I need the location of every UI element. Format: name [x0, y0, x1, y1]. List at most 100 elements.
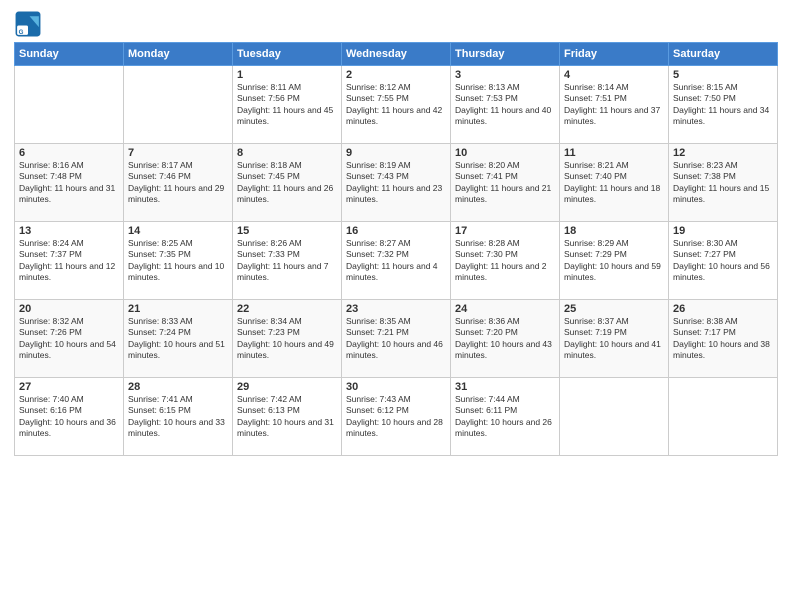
calendar-cell: 27Sunrise: 7:40 AM Sunset: 6:16 PM Dayli…: [15, 378, 124, 456]
calendar-cell: [669, 378, 778, 456]
day-info: Sunrise: 8:20 AM Sunset: 7:41 PM Dayligh…: [455, 160, 555, 206]
day-number: 17: [455, 225, 555, 237]
day-number: 5: [673, 69, 773, 81]
day-info: Sunrise: 8:28 AM Sunset: 7:30 PM Dayligh…: [455, 238, 555, 284]
calendar-cell: 22Sunrise: 8:34 AM Sunset: 7:23 PM Dayli…: [233, 300, 342, 378]
calendar-cell: 8Sunrise: 8:18 AM Sunset: 7:45 PM Daylig…: [233, 144, 342, 222]
calendar-cell: [15, 66, 124, 144]
day-number: 7: [128, 147, 228, 159]
day-number: 22: [237, 303, 337, 315]
day-number: 12: [673, 147, 773, 159]
calendar-cell: 5Sunrise: 8:15 AM Sunset: 7:50 PM Daylig…: [669, 66, 778, 144]
day-info: Sunrise: 8:35 AM Sunset: 7:21 PM Dayligh…: [346, 316, 446, 362]
day-number: 23: [346, 303, 446, 315]
day-number: 14: [128, 225, 228, 237]
day-number: 15: [237, 225, 337, 237]
calendar-cell: 9Sunrise: 8:19 AM Sunset: 7:43 PM Daylig…: [342, 144, 451, 222]
header-row: G: [14, 10, 778, 38]
day-number: 29: [237, 381, 337, 393]
day-number: 24: [455, 303, 555, 315]
calendar-cell: [560, 378, 669, 456]
svg-text:G: G: [19, 29, 24, 36]
day-number: 25: [564, 303, 664, 315]
day-number: 11: [564, 147, 664, 159]
calendar-week-3: 13Sunrise: 8:24 AM Sunset: 7:37 PM Dayli…: [15, 222, 778, 300]
col-header-monday: Monday: [124, 43, 233, 66]
day-info: Sunrise: 8:21 AM Sunset: 7:40 PM Dayligh…: [564, 160, 664, 206]
day-number: 28: [128, 381, 228, 393]
day-number: 26: [673, 303, 773, 315]
calendar-cell: 16Sunrise: 8:27 AM Sunset: 7:32 PM Dayli…: [342, 222, 451, 300]
day-info: Sunrise: 7:44 AM Sunset: 6:11 PM Dayligh…: [455, 394, 555, 440]
col-header-thursday: Thursday: [451, 43, 560, 66]
calendar-cell: 20Sunrise: 8:32 AM Sunset: 7:26 PM Dayli…: [15, 300, 124, 378]
calendar-cell: 11Sunrise: 8:21 AM Sunset: 7:40 PM Dayli…: [560, 144, 669, 222]
col-header-sunday: Sunday: [15, 43, 124, 66]
calendar-table: SundayMondayTuesdayWednesdayThursdayFrid…: [14, 42, 778, 456]
calendar-body: 1Sunrise: 8:11 AM Sunset: 7:56 PM Daylig…: [15, 66, 778, 456]
page-container: G SundayMondayTuesdayWednesdayThursdayFr…: [0, 0, 792, 464]
day-info: Sunrise: 8:18 AM Sunset: 7:45 PM Dayligh…: [237, 160, 337, 206]
day-info: Sunrise: 8:32 AM Sunset: 7:26 PM Dayligh…: [19, 316, 119, 362]
logo: G: [14, 10, 46, 38]
day-info: Sunrise: 8:37 AM Sunset: 7:19 PM Dayligh…: [564, 316, 664, 362]
calendar-cell: 14Sunrise: 8:25 AM Sunset: 7:35 PM Dayli…: [124, 222, 233, 300]
calendar-cell: 29Sunrise: 7:42 AM Sunset: 6:13 PM Dayli…: [233, 378, 342, 456]
day-info: Sunrise: 8:14 AM Sunset: 7:51 PM Dayligh…: [564, 82, 664, 128]
calendar-cell: 21Sunrise: 8:33 AM Sunset: 7:24 PM Dayli…: [124, 300, 233, 378]
calendar-cell: 12Sunrise: 8:23 AM Sunset: 7:38 PM Dayli…: [669, 144, 778, 222]
day-info: Sunrise: 7:42 AM Sunset: 6:13 PM Dayligh…: [237, 394, 337, 440]
day-info: Sunrise: 7:41 AM Sunset: 6:15 PM Dayligh…: [128, 394, 228, 440]
calendar-cell: 2Sunrise: 8:12 AM Sunset: 7:55 PM Daylig…: [342, 66, 451, 144]
calendar-cell: 7Sunrise: 8:17 AM Sunset: 7:46 PM Daylig…: [124, 144, 233, 222]
calendar-cell: 31Sunrise: 7:44 AM Sunset: 6:11 PM Dayli…: [451, 378, 560, 456]
day-number: 13: [19, 225, 119, 237]
calendar-cell: 13Sunrise: 8:24 AM Sunset: 7:37 PM Dayli…: [15, 222, 124, 300]
day-info: Sunrise: 8:24 AM Sunset: 7:37 PM Dayligh…: [19, 238, 119, 284]
day-number: 27: [19, 381, 119, 393]
day-info: Sunrise: 7:43 AM Sunset: 6:12 PM Dayligh…: [346, 394, 446, 440]
calendar-header: SundayMondayTuesdayWednesdayThursdayFrid…: [15, 43, 778, 66]
day-info: Sunrise: 8:11 AM Sunset: 7:56 PM Dayligh…: [237, 82, 337, 128]
day-number: 1: [237, 69, 337, 81]
col-header-wednesday: Wednesday: [342, 43, 451, 66]
day-info: Sunrise: 8:36 AM Sunset: 7:20 PM Dayligh…: [455, 316, 555, 362]
col-header-friday: Friday: [560, 43, 669, 66]
day-info: Sunrise: 8:17 AM Sunset: 7:46 PM Dayligh…: [128, 160, 228, 206]
calendar-cell: 3Sunrise: 8:13 AM Sunset: 7:53 PM Daylig…: [451, 66, 560, 144]
calendar-week-1: 1Sunrise: 8:11 AM Sunset: 7:56 PM Daylig…: [15, 66, 778, 144]
day-number: 16: [346, 225, 446, 237]
calendar-cell: 10Sunrise: 8:20 AM Sunset: 7:41 PM Dayli…: [451, 144, 560, 222]
calendar-cell: 6Sunrise: 8:16 AM Sunset: 7:48 PM Daylig…: [15, 144, 124, 222]
day-number: 3: [455, 69, 555, 81]
day-info: Sunrise: 8:25 AM Sunset: 7:35 PM Dayligh…: [128, 238, 228, 284]
calendar-cell: 25Sunrise: 8:37 AM Sunset: 7:19 PM Dayli…: [560, 300, 669, 378]
calendar-cell: 1Sunrise: 8:11 AM Sunset: 7:56 PM Daylig…: [233, 66, 342, 144]
calendar-week-5: 27Sunrise: 7:40 AM Sunset: 6:16 PM Dayli…: [15, 378, 778, 456]
day-number: 2: [346, 69, 446, 81]
day-number: 18: [564, 225, 664, 237]
calendar-cell: 28Sunrise: 7:41 AM Sunset: 6:15 PM Dayli…: [124, 378, 233, 456]
day-number: 30: [346, 381, 446, 393]
day-info: Sunrise: 8:29 AM Sunset: 7:29 PM Dayligh…: [564, 238, 664, 284]
day-info: Sunrise: 8:23 AM Sunset: 7:38 PM Dayligh…: [673, 160, 773, 206]
day-info: Sunrise: 8:34 AM Sunset: 7:23 PM Dayligh…: [237, 316, 337, 362]
day-info: Sunrise: 8:19 AM Sunset: 7:43 PM Dayligh…: [346, 160, 446, 206]
day-number: 6: [19, 147, 119, 159]
day-info: Sunrise: 8:13 AM Sunset: 7:53 PM Dayligh…: [455, 82, 555, 128]
day-number: 20: [19, 303, 119, 315]
day-number: 8: [237, 147, 337, 159]
day-info: Sunrise: 8:30 AM Sunset: 7:27 PM Dayligh…: [673, 238, 773, 284]
day-info: Sunrise: 8:38 AM Sunset: 7:17 PM Dayligh…: [673, 316, 773, 362]
day-info: Sunrise: 8:33 AM Sunset: 7:24 PM Dayligh…: [128, 316, 228, 362]
logo-icon: G: [14, 10, 42, 38]
day-number: 19: [673, 225, 773, 237]
calendar-cell: 18Sunrise: 8:29 AM Sunset: 7:29 PM Dayli…: [560, 222, 669, 300]
calendar-cell: 15Sunrise: 8:26 AM Sunset: 7:33 PM Dayli…: [233, 222, 342, 300]
col-header-tuesday: Tuesday: [233, 43, 342, 66]
calendar-cell: 19Sunrise: 8:30 AM Sunset: 7:27 PM Dayli…: [669, 222, 778, 300]
day-info: Sunrise: 8:15 AM Sunset: 7:50 PM Dayligh…: [673, 82, 773, 128]
day-info: Sunrise: 8:16 AM Sunset: 7:48 PM Dayligh…: [19, 160, 119, 206]
calendar-cell: [124, 66, 233, 144]
day-info: Sunrise: 8:26 AM Sunset: 7:33 PM Dayligh…: [237, 238, 337, 284]
